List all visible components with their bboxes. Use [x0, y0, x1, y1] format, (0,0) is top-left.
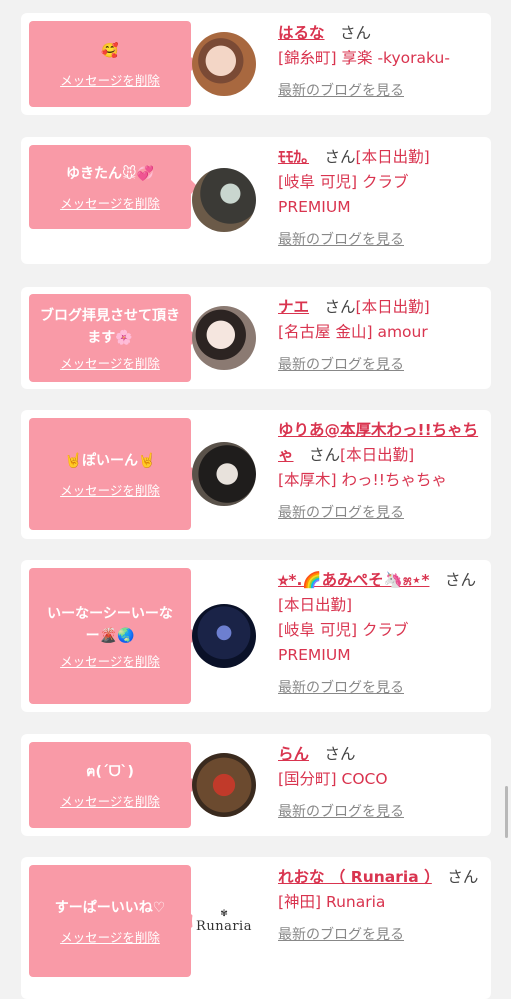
- avatar[interactable]: [192, 168, 256, 232]
- profile-info: らん さん [国分町] COCO 最新のブログを見る: [278, 742, 482, 825]
- message-card: 🥰 メッセージを削除 はるな さん [錦糸町] 享楽 -kyoraku- 最新の…: [21, 13, 491, 115]
- profile-name[interactable]: ⭐︎*.🌈あみぺそ🦄೫⋆*: [278, 571, 429, 589]
- delete-message-link[interactable]: メッセージを削除: [60, 480, 160, 499]
- profile-info: れおな （ Runaria ） さん [神田] Runaria 最新のブログを見…: [278, 865, 482, 948]
- message-text: ブログ拝見させて頂きます🌸: [40, 307, 180, 346]
- work-status: [本日出勤]: [278, 596, 353, 614]
- work-status: [本日出勤]: [355, 298, 430, 316]
- delete-message-link[interactable]: メッセージを削除: [60, 651, 160, 670]
- profile-info: ナエ さん[本日出勤] [名古屋 金山] amour 最新のブログを見る: [278, 295, 482, 378]
- avatar[interactable]: [192, 604, 256, 668]
- message-bubble: 🥰 メッセージを削除: [29, 21, 198, 107]
- latest-blog-link[interactable]: 最新のブログを見る: [278, 676, 482, 701]
- message-bubble: ゆきたん🐭💞 メッセージを削除: [29, 145, 198, 229]
- shop-location: [錦糸町] 享楽 -kyoraku-: [278, 49, 450, 67]
- profile-name[interactable]: れおな （ Runaria ）: [278, 868, 432, 886]
- message-bubble: ブログ拝見させて頂きます🌸 メッセージを削除: [29, 294, 198, 382]
- message-card: ゆきたん🐭💞 メッセージを削除 ﾓﾓｶ｡ さん[本日出勤] [岐阜 可児] クラ…: [21, 137, 491, 264]
- message-bubble: 🤘ぽいーん🤘 メッセージを削除: [29, 418, 198, 530]
- runaria-logo-icon: ✾: [220, 908, 228, 919]
- latest-blog-link[interactable]: 最新のブログを見る: [278, 228, 482, 253]
- message-text: 🤘ぽいーん🤘: [64, 452, 156, 469]
- honorific: さん: [444, 571, 476, 589]
- shop-location: [国分町] COCO: [278, 770, 388, 788]
- message-text: 🥰: [101, 42, 119, 59]
- shop-location: [本厚木] わっ!!ちゃちゃ: [278, 471, 447, 489]
- message-card: すーぱーいいね♡ メッセージを削除 ✾ Runaria れおな （ Runari…: [21, 857, 491, 999]
- delete-message-link[interactable]: メッセージを削除: [60, 791, 160, 810]
- avatar[interactable]: [192, 32, 256, 96]
- work-status: [本日出勤]: [355, 148, 430, 166]
- profile-name[interactable]: ﾓﾓｶ｡: [278, 148, 309, 166]
- latest-blog-link[interactable]: 最新のブログを見る: [278, 800, 482, 825]
- scrollbar[interactable]: [505, 786, 508, 838]
- profile-info: ゆりあ@本厚木わっ!!ちゃちゃ さん[本日出勤] [本厚木] わっ!!ちゃちゃ …: [278, 418, 482, 526]
- latest-blog-link[interactable]: 最新のブログを見る: [278, 353, 482, 378]
- shop-location: [名古屋 金山] amour: [278, 323, 428, 341]
- message-bubble: いーなーシーいーなー🌋🌏 メッセージを削除: [29, 568, 198, 704]
- honorific: さん: [309, 446, 341, 464]
- profile-name[interactable]: はるな: [278, 24, 325, 42]
- avatar[interactable]: [192, 442, 256, 506]
- avatar[interactable]: [192, 306, 256, 370]
- message-card: ブログ拝見させて頂きます🌸 メッセージを削除 ナエ さん[本日出勤] [名古屋 …: [21, 287, 491, 389]
- message-card: ฅ(ˊᗜˋ) メッセージを削除 らん さん [国分町] COCO 最新のブログを…: [21, 734, 491, 836]
- latest-blog-link[interactable]: 最新のブログを見る: [278, 79, 482, 104]
- profile-info: ⭐︎*.🌈あみぺそ🦄೫⋆* さん [本日出勤] [岐阜 可児] クラブ PREMI…: [278, 568, 482, 701]
- delete-message-link[interactable]: メッセージを削除: [60, 70, 160, 89]
- delete-message-link[interactable]: メッセージを削除: [60, 927, 160, 946]
- message-text: ゆきたん🐭💞: [65, 165, 155, 182]
- honorific: さん: [340, 24, 372, 42]
- shop-location: [岐阜 可児] クラブ PREMIUM: [278, 173, 409, 216]
- latest-blog-link[interactable]: 最新のブログを見る: [278, 501, 482, 526]
- profile-name[interactable]: らん: [278, 745, 309, 763]
- message-text: いーなーシーいーなー🌋🌏: [47, 605, 173, 644]
- message-bubble: すーぱーいいね♡ メッセージを削除: [29, 865, 198, 977]
- profile-name[interactable]: ナエ: [278, 298, 309, 316]
- message-text: ฅ(ˊᗜˋ): [86, 763, 134, 780]
- message-bubble: ฅ(ˊᗜˋ) メッセージを削除: [29, 742, 198, 828]
- shop-location: [神田] Runaria: [278, 893, 386, 911]
- shop-location: [岐阜 可児] クラブ PREMIUM: [278, 621, 409, 664]
- message-card: いーなーシーいーなー🌋🌏 メッセージを削除 ⭐︎*.🌈あみぺそ🦄೫⋆* さん [本…: [21, 560, 491, 712]
- runaria-logo: Runaria: [196, 918, 252, 934]
- avatar[interactable]: ✾ Runaria: [192, 889, 256, 953]
- profile-info: はるな さん [錦糸町] 享楽 -kyoraku- 最新のブログを見る: [278, 21, 482, 104]
- message-text: すーぱーいいね♡: [54, 899, 166, 916]
- honorific: さん: [324, 148, 356, 166]
- work-status: [本日出勤]: [340, 446, 415, 464]
- delete-message-link[interactable]: メッセージを削除: [60, 193, 160, 212]
- honorific: さん: [324, 298, 356, 316]
- message-card: 🤘ぽいーん🤘 メッセージを削除 ゆりあ@本厚木わっ!!ちゃちゃ さん[本日出勤]…: [21, 410, 491, 539]
- profile-info: ﾓﾓｶ｡ さん[本日出勤] [岐阜 可児] クラブ PREMIUM 最新のブログ…: [278, 145, 482, 253]
- honorific: さん: [324, 745, 356, 763]
- latest-blog-link[interactable]: 最新のブログを見る: [278, 923, 482, 948]
- avatar[interactable]: [192, 753, 256, 817]
- honorific: さん: [447, 868, 479, 886]
- delete-message-link[interactable]: メッセージを削除: [60, 353, 160, 372]
